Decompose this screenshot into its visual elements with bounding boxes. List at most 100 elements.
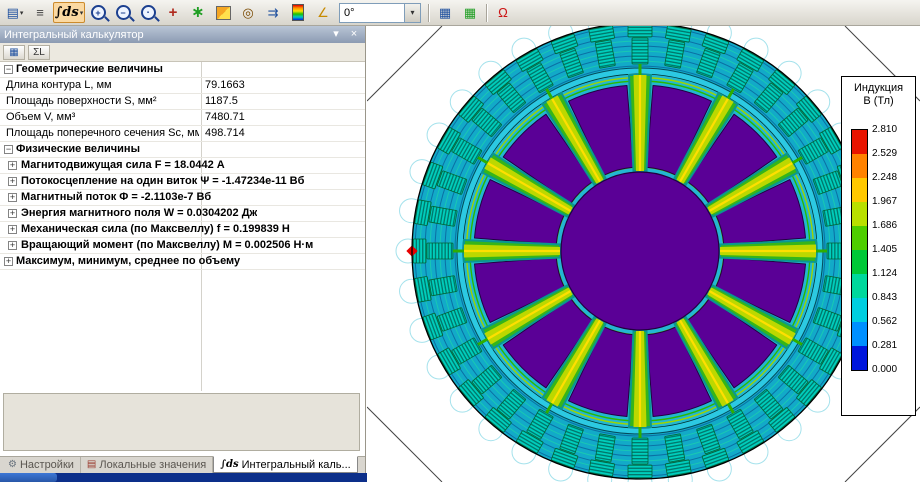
angle-icon: ∠: [317, 6, 329, 19]
expand-icon[interactable]: +: [8, 225, 17, 234]
expand-icon[interactable]: +: [4, 257, 13, 266]
field-legend: Индукция В (Тл) 2.8102.5292.2481.9671.68…: [841, 76, 916, 416]
tree-row[interactable]: + Механическая сила (по Максвеллу) f = 0.…: [0, 222, 365, 238]
contour-settings-button[interactable]: ≡: [28, 2, 52, 23]
row-label: Максимум, минимум, среднее по объему: [16, 254, 240, 269]
table-row[interactable]: Площадь поверхности S, мм² 1187.5: [0, 94, 365, 110]
legend-tick-label: 1.124: [872, 268, 912, 279]
zoom-in-button[interactable]: +: [86, 2, 110, 23]
color-scale-button[interactable]: [286, 2, 310, 23]
legend-title-line2: В (Тл): [842, 95, 915, 108]
open-model-button[interactable]: ▤▾: [3, 2, 27, 23]
tree-row[interactable]: + Потокосцепление на один виток Ψ = -1.47…: [0, 174, 365, 190]
tab-integral[interactable]: ∫ds Интегральный каль...: [213, 456, 358, 473]
collapse-icon[interactable]: −: [4, 65, 13, 74]
grid-icon: ▦: [9, 47, 18, 58]
calculator-table: −Геометрические величиныДлина контура L,…: [0, 62, 365, 270]
expand-icon[interactable]: +: [8, 209, 17, 218]
zoom-window-button[interactable]: ▪: [136, 2, 160, 23]
tree-row[interactable]: + Магнитодвижущая сила F = 18.0442 А: [0, 158, 365, 174]
motor-field-plot[interactable]: [367, 26, 920, 482]
sum-button[interactable]: ΣL: [28, 45, 50, 60]
row-label: Магнитный поток Φ = -2.1103e-7 Вб: [21, 190, 211, 205]
tree-row[interactable]: +Максимум, минимум, среднее по объему: [0, 254, 365, 270]
legend-band: [852, 322, 867, 346]
legend-band: [852, 346, 867, 370]
row-value: 7480.71: [205, 110, 245, 125]
grid-button[interactable]: ▦: [3, 45, 25, 60]
tree-row[interactable]: −Физические величины: [0, 142, 365, 158]
collapse-icon[interactable]: −: [4, 145, 13, 154]
vectors-button[interactable]: ⇉: [261, 2, 285, 23]
tree-row[interactable]: −Геометрические величины: [0, 62, 365, 78]
legend-band: [852, 202, 867, 226]
legend-tick-label: 0.000: [872, 364, 912, 375]
toolbar-separator: [486, 4, 487, 22]
field-plot-area[interactable]: Индукция В (Тл) 2.8102.5292.2481.9671.68…: [367, 26, 920, 482]
panel-title: Интегральный калькулятор: [4, 29, 325, 41]
field-lines-button[interactable]: ◎: [236, 2, 260, 23]
expand-icon[interactable]: +: [8, 241, 17, 250]
tab-label: Локальные значения: [99, 459, 206, 471]
integral-calculator-panel: Интегральный калькулятор ▾ × ▦ΣL −Геомет…: [0, 26, 366, 473]
legend-band: [852, 298, 867, 322]
row-label: Объем V, мм³: [6, 110, 75, 125]
legend-band: [852, 226, 867, 250]
row-label: Физические величины: [16, 142, 140, 157]
legend-colorbar: [851, 129, 868, 371]
color-map-button[interactable]: [211, 2, 235, 23]
table-row[interactable]: Площадь поперечного сечения Sс, мм²498.7…: [0, 126, 365, 142]
row-label: Механическая сила (по Максвеллу) f = 0.1…: [21, 222, 290, 237]
table-row[interactable]: Объем V, мм³ 7480.71: [0, 110, 365, 126]
tree-row[interactable]: + Магнитный поток Φ = -2.1103e-7 Вб: [0, 190, 365, 206]
integral-icon: ∫ds: [220, 460, 238, 470]
tab-local-values[interactable]: ▤Локальные значения: [81, 457, 213, 473]
row-value: 79.1663: [205, 78, 245, 93]
table-view-button[interactable]: ▦: [458, 2, 482, 23]
integral-calculator-button[interactable]: ∫ds▾: [53, 2, 85, 23]
row-label: Площадь поверхности S, мм²: [6, 94, 157, 109]
row-label: Геометрические величины: [16, 62, 163, 77]
row-label: Магнитодвижущая сила F = 18.0442 А: [21, 158, 225, 173]
row-value: 1187.5: [205, 94, 238, 109]
expand-icon[interactable]: +: [8, 193, 17, 202]
table-row[interactable]: Длина контура L, мм 79.1663: [0, 78, 365, 94]
calculator-button[interactable]: ▦: [433, 2, 457, 23]
panel-menu-button[interactable]: ▾: [329, 28, 343, 41]
zoom-out-button[interactable]: −: [111, 2, 135, 23]
taskbar-start-fragment[interactable]: [0, 473, 57, 482]
dropdown-arrow-icon: ▾: [80, 9, 84, 17]
legend-tick-label: 2.248: [872, 172, 912, 183]
pan-button[interactable]: +: [161, 2, 185, 23]
mesh-button[interactable]: ∗: [186, 2, 210, 23]
taskbar-strip: [0, 473, 367, 482]
angle-button[interactable]: ∠: [311, 2, 335, 23]
legend-tick-label: 0.281: [872, 340, 912, 351]
contour-settings-icon: ≡: [36, 6, 44, 19]
impedance-icon: Ω: [498, 6, 508, 19]
tree-row[interactable]: +Вращающий момент (по Максвеллу) M = 0.0…: [0, 238, 365, 254]
rotation-angle-combo[interactable]: 0°▾: [339, 3, 421, 23]
table-view-icon: ▦: [464, 6, 476, 19]
legend-tick-label: 1.405: [872, 244, 912, 255]
open-model-icon: ▤: [7, 6, 19, 19]
sum-icon: ΣL: [33, 47, 45, 58]
calculator-icon: ▦: [439, 6, 451, 19]
row-label: Потокосцепление на один виток Ψ = -1.472…: [21, 174, 304, 189]
impedance-button[interactable]: Ω: [491, 2, 515, 23]
expand-icon[interactable]: +: [8, 177, 17, 186]
expand-icon[interactable]: +: [8, 161, 17, 170]
results-placeholder: [3, 393, 360, 451]
tree-row[interactable]: + Энергия магнитного поля W = 0.0304202 Д…: [0, 206, 365, 222]
tab-settings[interactable]: ⚙Настройки: [2, 457, 81, 473]
legend-title: Индукция В (Тл): [842, 82, 915, 108]
panel-close-button[interactable]: ×: [347, 28, 361, 41]
panel-title-bar[interactable]: Интегральный калькулятор ▾ ×: [0, 26, 365, 43]
tab-label: Интегральный каль...: [242, 459, 351, 471]
rotation-angle-value: 0°: [340, 7, 404, 19]
row-label: Длина контура L, мм: [6, 78, 112, 93]
legend-tick-label: 2.810: [872, 124, 912, 135]
row-label: Энергия магнитного поля W = 0.0304202 Дж: [21, 206, 257, 221]
combo-dropdown-icon[interactable]: ▾: [404, 4, 420, 22]
legend-band: [852, 154, 867, 178]
